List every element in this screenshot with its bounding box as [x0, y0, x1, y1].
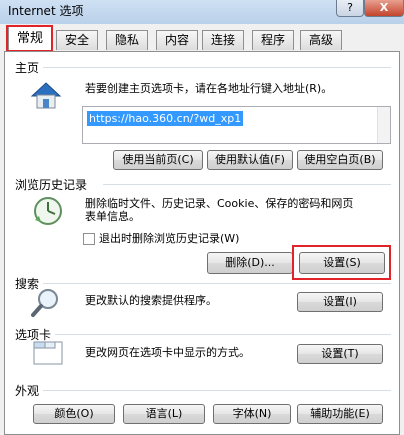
tabs-window-icon — [33, 341, 63, 365]
general-panel: 主页 若要创建主页选项卡，请在各地址行键入地址(R)。 https://hao.… — [4, 51, 400, 435]
history-divider — [103, 184, 391, 185]
help-button[interactable]: ? — [336, 0, 364, 17]
use-default-button[interactable]: 使用默认值(F) — [207, 150, 293, 170]
home-description: 若要创建主页选项卡，请在各地址行键入地址(R)。 — [85, 82, 333, 95]
tabs-settings-button[interactable]: 设置(T) — [297, 344, 383, 364]
tabs-divider — [55, 334, 391, 335]
tab-content[interactable]: 内容 — [156, 30, 198, 50]
search-settings-button[interactable]: 设置(I) — [297, 292, 383, 312]
colors-button[interactable]: 颜色(O) — [33, 404, 115, 424]
home-url-textarea[interactable]: https://hao.360.cn/?wd_xp1 — [82, 106, 391, 144]
tab-advanced[interactable]: 高级 — [300, 30, 342, 50]
window-title: Internet 选项 — [8, 4, 84, 18]
home-url-value: https://hao.360.cn/?wd_xp1 — [87, 111, 244, 126]
title-bar: Internet 选项 ? X — [0, 0, 404, 24]
home-icon — [30, 82, 62, 109]
languages-button[interactable]: 语言(L) — [123, 404, 205, 424]
search-magnifier-icon — [31, 289, 58, 317]
delete-on-exit-label: 退出时删除浏览历史记录(W) — [99, 232, 240, 245]
tab-security[interactable]: 安全 — [56, 30, 98, 50]
delete-history-button[interactable]: 删除(D)... — [207, 252, 293, 274]
tab-connections[interactable]: 连接 — [202, 30, 244, 50]
history-clock-icon — [34, 197, 62, 225]
home-section-label: 主页 — [15, 61, 40, 75]
use-current-button[interactable]: 使用当前页(C) — [113, 150, 203, 170]
tab-privacy[interactable]: 隐私 — [106, 30, 148, 50]
appearance-section-label: 外观 — [15, 384, 40, 398]
tab-programs[interactable]: 程序 — [252, 30, 294, 50]
accessibility-button[interactable]: 辅助功能(E) — [297, 404, 383, 424]
url-scrollbar[interactable] — [377, 107, 390, 143]
search-description: 更改默认的搜索提供程序。 — [85, 294, 217, 307]
tab-strip: 常规 安全 隐私 内容 连接 程序 高级 — [4, 24, 400, 52]
home-divider — [43, 67, 391, 68]
history-settings-highlight — [292, 245, 391, 280]
appearance-divider — [43, 390, 391, 391]
tab-general-highlight — [6, 25, 53, 52]
search-divider — [43, 283, 391, 284]
delete-on-exit-checkbox[interactable] — [83, 233, 95, 245]
history-section-label: 浏览历史记录 — [15, 178, 88, 192]
history-description-line2: 表单信息。 — [85, 210, 140, 223]
close-button[interactable]: X — [364, 0, 404, 17]
use-blank-button[interactable]: 使用空白页(B) — [297, 150, 383, 170]
tabs-description: 更改网页在选项卡中显示的方式。 — [85, 346, 250, 359]
history-description-line1: 删除临时文件、历史记录、Cookie、保存的密码和网页 — [85, 197, 354, 210]
fonts-button[interactable]: 字体(N) — [213, 404, 291, 424]
